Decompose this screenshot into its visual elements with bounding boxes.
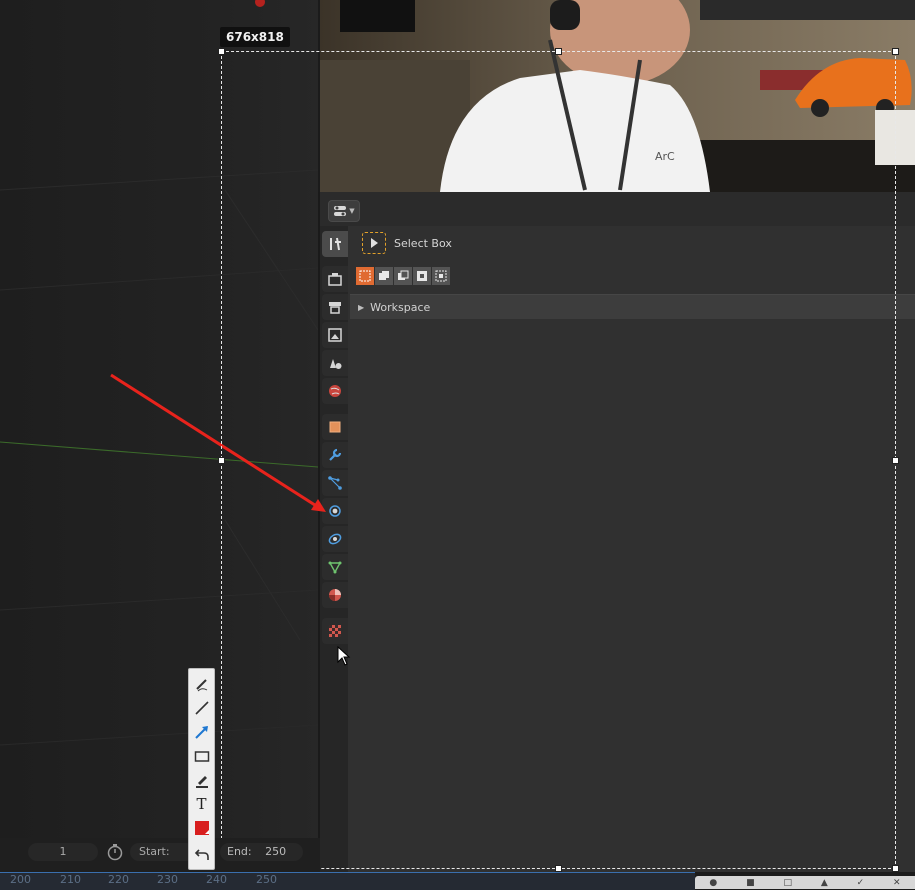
mesh-data-icon	[328, 561, 342, 574]
physics-icon	[329, 505, 341, 517]
ruler-tick-label: 250	[256, 873, 277, 886]
tool-settings-panel: Select Box ▶ Workspace	[348, 226, 915, 872]
tab-render[interactable]	[322, 266, 348, 292]
highlighter-icon[interactable]	[190, 769, 213, 791]
tab-material[interactable]	[322, 582, 348, 608]
world-icon	[329, 385, 341, 397]
ruler-tick-label: 210	[60, 873, 81, 886]
expand-triangle-icon: ▶	[358, 302, 365, 312]
render-icon	[328, 273, 342, 286]
tool-icon	[330, 237, 341, 251]
active-tool-name: Select Box	[394, 236, 452, 250]
particles-icon	[328, 476, 342, 490]
tab-tool[interactable]	[322, 231, 348, 257]
tab-view-layer[interactable]	[322, 322, 348, 348]
view-layer-icon	[328, 328, 342, 342]
snip-size-label: 676x818	[220, 27, 290, 47]
tab-modifiers[interactable]	[322, 442, 348, 468]
selection-mode-buttons	[356, 267, 451, 285]
mode-extend-icon[interactable]	[375, 267, 393, 285]
editor-type-button[interactable]: ▼	[328, 200, 360, 222]
ruler-tick-label: 200	[10, 873, 31, 886]
scene-icon	[330, 359, 342, 369]
color-swatch-icon[interactable]	[190, 817, 213, 839]
done-icon[interactable]: ✓	[857, 878, 865, 888]
tab-constraints[interactable]	[322, 526, 348, 552]
line-icon[interactable]	[190, 697, 213, 719]
wrench-icon	[329, 448, 342, 461]
timeline-header: 1 Start: End: 250	[0, 838, 320, 872]
constraints-icon	[328, 533, 342, 545]
tab-physics[interactable]	[322, 498, 348, 524]
end-label: End:	[227, 845, 252, 858]
mode-subtract-icon[interactable]	[394, 267, 412, 285]
select-box-icon[interactable]	[362, 232, 386, 254]
pin-icon[interactable]: ●	[709, 878, 717, 888]
copy-icon[interactable]: □	[783, 878, 792, 888]
mode-new-set-icon[interactable]	[356, 267, 374, 285]
texture-icon	[329, 625, 341, 637]
mouse-pointer-icon	[337, 646, 351, 666]
output-icon	[329, 302, 341, 314]
tab-texture[interactable]	[322, 618, 348, 644]
editor-type-icon	[334, 206, 347, 216]
object-icon	[329, 421, 341, 433]
tab-object[interactable]	[322, 414, 348, 440]
ruler-tick-label: 230	[157, 873, 178, 886]
tab-scene[interactable]	[322, 350, 348, 376]
ruler-tick-label: 240	[206, 873, 227, 886]
snip-action-toolbar: ● ■ □ ▲ ✓ ✕	[695, 876, 915, 889]
close-icon[interactable]: ✕	[893, 878, 901, 888]
tab-output[interactable]	[322, 294, 348, 320]
end-value: 250	[265, 845, 287, 858]
properties-tabs	[320, 226, 348, 872]
stopwatch-icon[interactable]	[106, 843, 124, 861]
tab-world[interactable]	[322, 378, 348, 404]
freehand-icon[interactable]	[190, 673, 213, 695]
arrow-icon[interactable]	[190, 721, 213, 743]
undo-icon[interactable]	[190, 843, 213, 865]
current-frame-field[interactable]: 1	[28, 843, 98, 861]
end-frame-field[interactable]: End: 250	[220, 843, 303, 861]
chevron-down-icon: ▼	[349, 207, 355, 215]
rectangle-icon[interactable]	[190, 745, 213, 767]
properties-editor: ▼ Select Box ▶ Workspace	[318, 192, 915, 872]
annotation-toolbar: T	[188, 668, 215, 870]
tab-particles[interactable]	[322, 470, 348, 496]
active-tool-row[interactable]: Select Box	[362, 231, 452, 255]
ruler-tick-label: 220	[108, 873, 129, 886]
share-icon[interactable]: ▲	[821, 878, 828, 888]
mode-intersect-icon[interactable]	[432, 267, 450, 285]
shirt-logo-text: ArC	[655, 150, 675, 163]
3d-viewport[interactable]	[0, 0, 318, 838]
mode-difference-icon[interactable]	[413, 267, 431, 285]
save-icon[interactable]: ■	[746, 878, 755, 888]
x-axis-line	[0, 441, 318, 468]
viewport-grid	[0, 0, 318, 746]
frame-ruler[interactable]: 200 210 220 230 240 250	[0, 872, 695, 890]
start-frame-field[interactable]: Start:	[130, 843, 195, 861]
webcam-feed: ArC	[320, 0, 915, 192]
text-icon[interactable]: T	[190, 793, 213, 815]
workspace-label: Workspace	[370, 300, 431, 314]
origin-marker	[255, 0, 265, 7]
material-icon	[329, 589, 341, 601]
properties-header: ▼	[320, 192, 915, 227]
workspace-panel-header[interactable]: ▶ Workspace	[350, 294, 915, 319]
tab-data[interactable]	[322, 554, 348, 580]
